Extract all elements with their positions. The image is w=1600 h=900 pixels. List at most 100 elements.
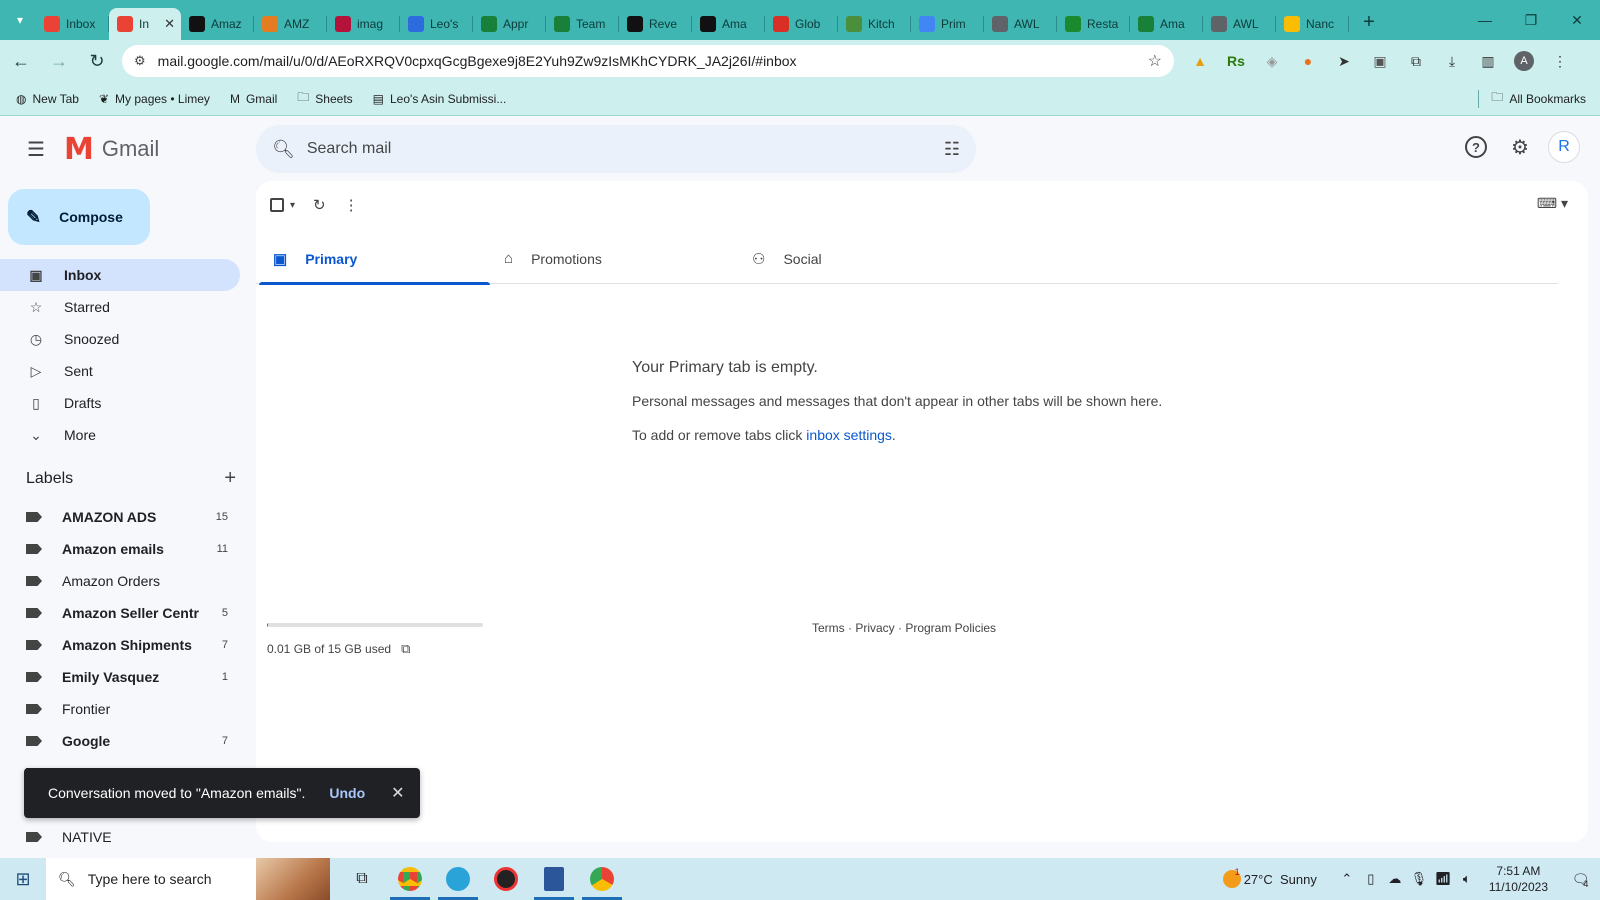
extension-icon[interactable]: ▣: [1362, 47, 1398, 75]
refresh-button[interactable]: ↻: [307, 189, 332, 221]
search-options-icon[interactable]: ☷: [944, 139, 960, 160]
tray-app-icon[interactable]: ▯: [1359, 871, 1383, 887]
microphone-icon[interactable]: 🎙︎: [1407, 871, 1431, 887]
taskbar-search[interactable]: 🔍︎ Type here to search: [46, 858, 330, 900]
browser-tab[interactable]: Nanc: [1276, 8, 1349, 40]
browser-tab[interactable]: AWL: [1203, 8, 1276, 40]
browser-menu-icon[interactable]: ⋮: [1542, 47, 1578, 75]
nav-item-drafts[interactable]: ▯ Drafts: [0, 387, 240, 419]
extension-icon[interactable]: ◈: [1254, 47, 1290, 75]
browser-tab[interactable]: Ama: [1130, 8, 1203, 40]
chrome-app[interactable]: [386, 858, 434, 900]
side-panel-icon[interactable]: ▥: [1470, 47, 1506, 75]
clock[interactable]: 7:51 AM 11/10/2023: [1489, 863, 1548, 895]
label-item[interactable]: Frontier: [0, 693, 240, 725]
chevron-up-icon[interactable]: ⌃: [1335, 871, 1359, 887]
volume-icon[interactable]: 🔈︎: [1455, 871, 1479, 887]
browser-tab[interactable]: Appr: [473, 8, 546, 40]
undo-button[interactable]: Undo: [329, 785, 365, 801]
weather-widget[interactable]: 1 27°C Sunny: [1222, 867, 1317, 888]
settings-button[interactable]: ⚙: [1498, 125, 1542, 169]
label-item[interactable]: Amazon emails 11: [0, 533, 240, 565]
inbox-settings-link[interactable]: inbox settings: [806, 427, 892, 443]
extension-icon[interactable]: ●: [1290, 47, 1326, 75]
browser-tab[interactable]: Inbox: [36, 8, 109, 40]
bookmark-item[interactable]: 🗀 Sheets: [293, 86, 356, 112]
bookmark-item[interactable]: ❦ My pages • Limey: [95, 86, 214, 112]
tab-search-button[interactable]: ▾: [4, 6, 36, 34]
chrome-profile-app[interactable]: [578, 858, 626, 900]
profile-button[interactable]: A: [1506, 47, 1542, 75]
tab-social[interactable]: ⚇ Social: [738, 233, 986, 284]
browser-tab[interactable]: AMZ: [254, 8, 327, 40]
browser-tab[interactable]: Amaz: [181, 8, 254, 40]
main-menu-button[interactable]: ☰: [12, 125, 60, 173]
browser-tab[interactable]: Team: [546, 8, 619, 40]
calculator-app[interactable]: [530, 858, 578, 900]
extension-icon[interactable]: Rs: [1218, 47, 1254, 75]
wifi-icon[interactable]: 📶︎: [1431, 871, 1455, 887]
label-item[interactable]: NATIVE: [0, 821, 240, 853]
tab-promotions[interactable]: ⌂ Promotions: [490, 233, 738, 284]
gmail-logo[interactable]: M Gmail: [64, 132, 159, 167]
browser-tab[interactable]: imag: [327, 8, 400, 40]
help-button[interactable]: ?: [1454, 125, 1498, 169]
bookmark-item[interactable]: M Gmail: [226, 86, 281, 112]
browser-tab[interactable]: Resta: [1057, 8, 1130, 40]
close-window-button[interactable]: ✕: [1554, 0, 1600, 40]
search-input[interactable]: [306, 140, 944, 158]
bookmark-star-icon[interactable]: ☆: [1148, 51, 1162, 71]
input-tools-button[interactable]: ⌨ ▾: [1537, 195, 1568, 212]
more-actions-button[interactable]: ⋮: [338, 189, 365, 221]
nav-item-snoozed[interactable]: ◷ Snoozed: [0, 323, 240, 355]
extension-icon[interactable]: ▲: [1182, 47, 1218, 75]
bookmark-item[interactable]: ◍ New Tab: [12, 86, 83, 112]
add-label-icon[interactable]: +: [224, 467, 236, 490]
puzzle-icon[interactable]: ⧉: [1398, 47, 1434, 75]
browser-tab[interactable]: AWL: [984, 8, 1057, 40]
minimize-button[interactable]: —: [1462, 0, 1508, 40]
restore-button[interactable]: ❐: [1508, 0, 1554, 40]
label-item[interactable]: AMAZON ADS 15: [0, 501, 240, 533]
nav-item-inbox[interactable]: ▣ Inbox: [0, 259, 240, 291]
site-info-icon[interactable]: ⚙: [134, 53, 146, 69]
nav-item-more[interactable]: ⌄ More: [0, 419, 240, 451]
all-bookmarks[interactable]: 🗀 All Bookmarks: [1478, 88, 1586, 109]
label-item[interactable]: Amazon Orders: [0, 565, 240, 597]
browser-tab[interactable]: Kitch: [838, 8, 911, 40]
label-item[interactable]: Amazon Seller Centr 5: [0, 597, 240, 629]
start-button[interactable]: ⊞: [0, 858, 46, 900]
label-item[interactable]: Emily Vasquez 1: [0, 661, 240, 693]
browser-tab[interactable]: Glob: [765, 8, 838, 40]
address-bar[interactable]: ⚙ mail.google.com/mail/u/0/d/AEoRXRQV0cp…: [122, 45, 1174, 77]
close-icon[interactable]: ✕: [391, 783, 404, 803]
browser-tab[interactable]: In ✕: [109, 8, 181, 40]
new-tab-button[interactable]: +: [1355, 8, 1383, 36]
notifications-button[interactable]: 🗨︎ 4: [1560, 858, 1600, 900]
forward-button[interactable]: →: [42, 44, 76, 78]
browser-tab[interactable]: Leo's: [400, 8, 473, 40]
account-avatar[interactable]: R: [1548, 131, 1580, 163]
tab-primary[interactable]: ▣ Primary: [259, 233, 490, 285]
close-tab-icon[interactable]: ✕: [164, 16, 175, 32]
footer-links[interactable]: Terms · Privacy · Program Policies: [812, 621, 996, 635]
app-shortcut[interactable]: [482, 858, 530, 900]
label-item[interactable]: Google 7: [0, 725, 240, 757]
telegram-app[interactable]: [434, 858, 482, 900]
browser-tab[interactable]: Prim: [911, 8, 984, 40]
tray-app-icon[interactable]: ☁: [1383, 871, 1407, 887]
nav-item-sent[interactable]: ▷ Sent: [0, 355, 240, 387]
download-icon[interactable]: ⤓: [1434, 47, 1470, 75]
back-button[interactable]: ←: [4, 44, 38, 78]
search-icon[interactable]: 🔍︎: [272, 139, 295, 160]
select-all-checkbox[interactable]: ▾: [264, 189, 301, 221]
label-item[interactable]: Amazon Shipments 7: [0, 629, 240, 661]
nav-item-starred[interactable]: ☆ Starred: [0, 291, 240, 323]
external-link-icon[interactable]: ⧉: [401, 641, 410, 657]
browser-tab[interactable]: Ama: [692, 8, 765, 40]
bookmark-item[interactable]: ▤ Leo's Asin Submissi...: [369, 86, 511, 112]
compose-button[interactable]: ✎ Compose: [8, 189, 150, 245]
reload-button[interactable]: ↻: [80, 44, 114, 78]
browser-tab[interactable]: Reve: [619, 8, 692, 40]
task-view-button[interactable]: ⧉: [338, 858, 386, 900]
